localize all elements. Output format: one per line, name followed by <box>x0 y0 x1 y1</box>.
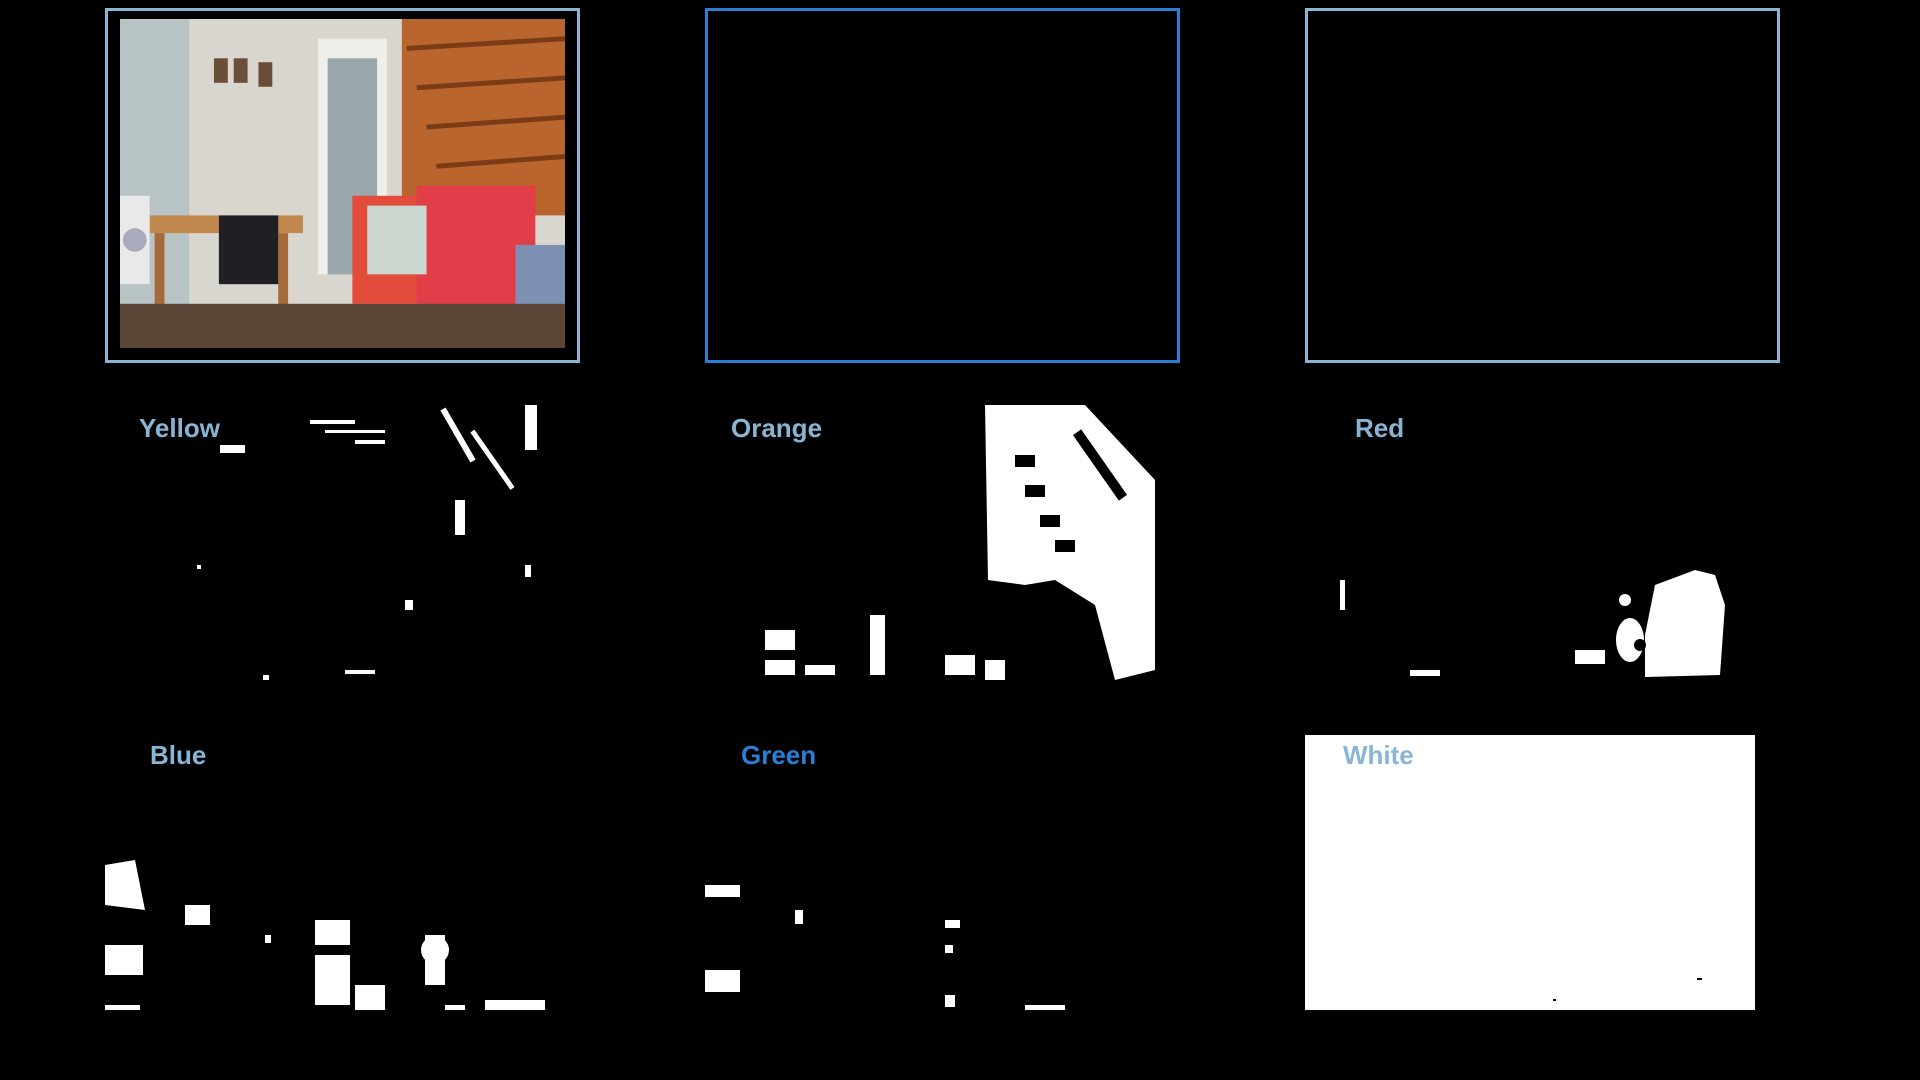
mask-panel-red[interactable]: Red <box>1305 405 1755 680</box>
mask-panel-white[interactable]: White <box>1305 735 1755 1010</box>
mask-label-yellow: Yellow <box>139 413 220 443</box>
mask-panel-green[interactable]: Green <box>705 735 1155 1010</box>
mask-image-white <box>1553 978 1702 1001</box>
mask-panel-yellow[interactable]: Yellow <box>105 405 555 680</box>
mask-panel-blue[interactable]: Blue <box>105 735 555 1010</box>
mask-image-orange <box>765 405 1155 680</box>
camera-snapshot-room <box>120 19 565 348</box>
camera-frame-3[interactable] <box>1305 8 1780 363</box>
mask-image-blue <box>105 860 545 1010</box>
mask-image-green <box>705 885 1065 1010</box>
camera-frame-original[interactable] <box>105 8 580 363</box>
color-mask-viewer: Yellow Orange Red Blue Green White <box>0 0 1920 1080</box>
mask-label-white: White <box>1343 740 1414 770</box>
mask-label-blue: Blue <box>150 740 207 770</box>
mask-panel-orange[interactable]: Orange <box>705 405 1155 680</box>
mask-image-yellow <box>197 405 537 680</box>
room-photo-illustration <box>120 19 565 348</box>
mask-image-red <box>1340 570 1725 677</box>
mask-label-red: Red <box>1355 413 1405 443</box>
camera-frame-2[interactable] <box>705 8 1180 363</box>
mask-label-orange: Orange <box>731 413 823 443</box>
mask-label-green: Green <box>741 740 817 770</box>
